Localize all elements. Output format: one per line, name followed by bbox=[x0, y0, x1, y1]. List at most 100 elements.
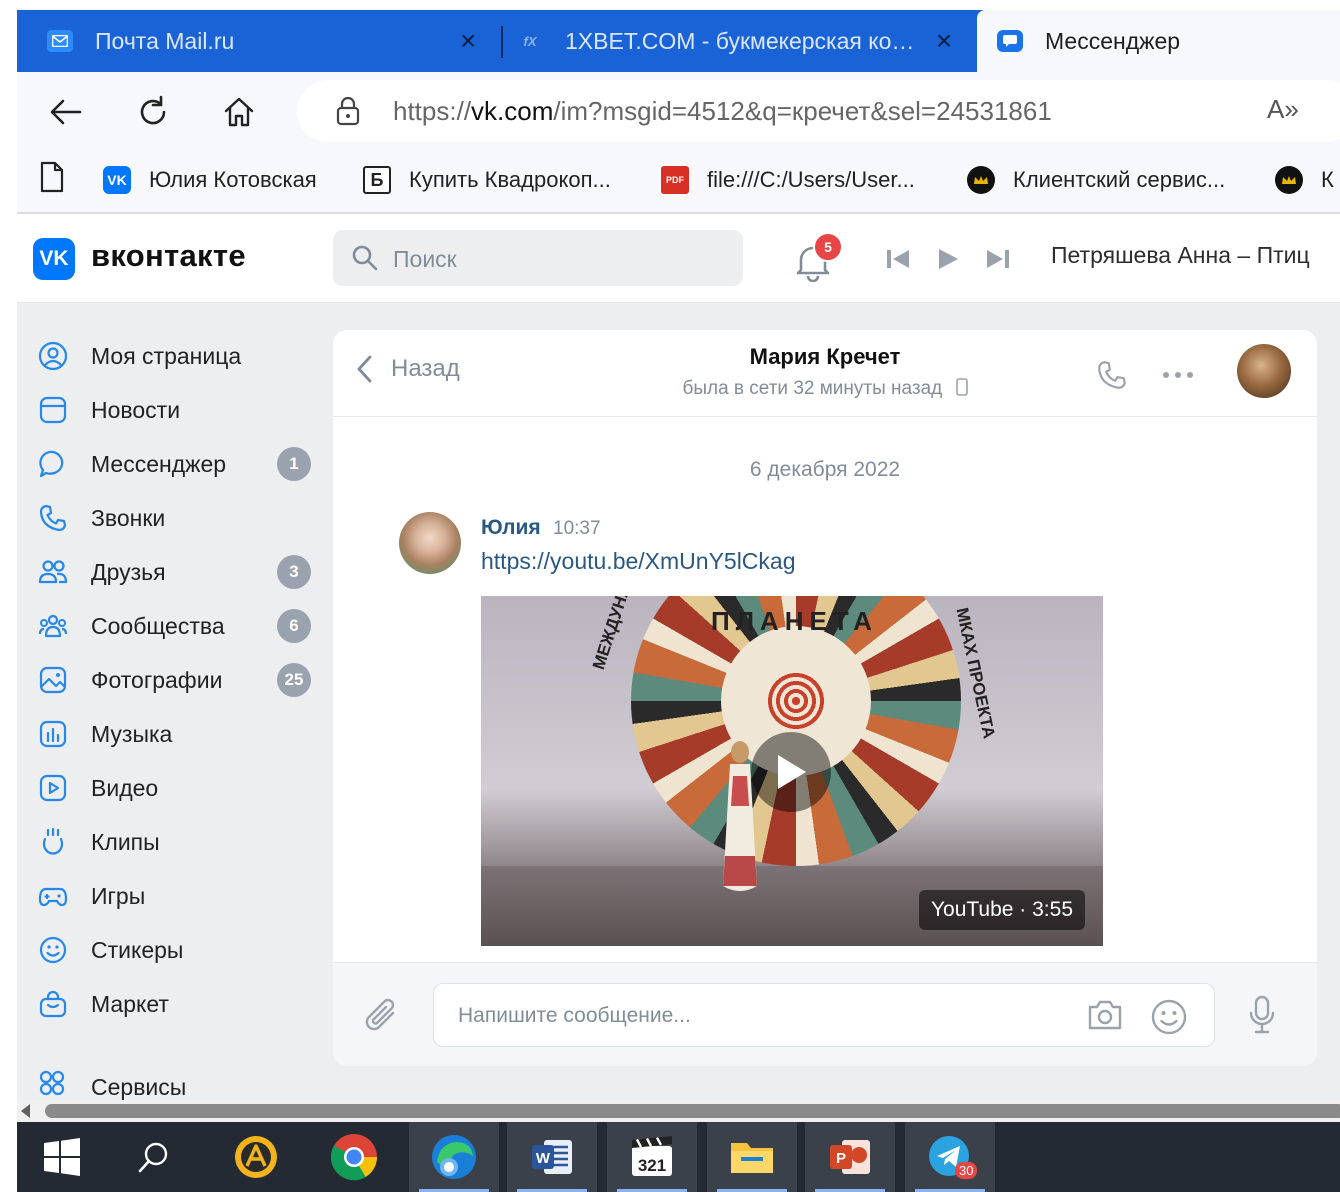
photos-icon bbox=[37, 664, 69, 696]
pdf-icon: PDF bbox=[661, 166, 689, 194]
sidebar-item-label: Фотографии bbox=[91, 666, 223, 693]
bookmark-quadrocopter[interactable]: Б Купить Квадрокоп... bbox=[363, 162, 611, 198]
screen: Почта Mail.ru × fX 1XBET.COM - букмекерс… bbox=[17, 10, 1340, 1192]
search-input[interactable] bbox=[391, 238, 725, 280]
sidebar-item-communities[interactable]: Сообщества 6 bbox=[37, 604, 327, 648]
messenger-icon bbox=[37, 448, 69, 480]
sidebar-item-games[interactable]: Игры bbox=[37, 874, 327, 918]
read-aloud-icon[interactable]: A» bbox=[1267, 94, 1299, 125]
sidebar-item-music[interactable]: Музыка bbox=[37, 712, 327, 756]
page-icon bbox=[39, 161, 65, 199]
video-duration-badge: YouTube · 3:55 bbox=[918, 890, 1085, 930]
telegram-icon[interactable]: 30 bbox=[905, 1122, 995, 1192]
message-author[interactable]: Юлия bbox=[481, 516, 541, 540]
bookmark-more[interactable]: К bbox=[1275, 162, 1334, 198]
message-composer bbox=[333, 962, 1317, 1066]
tab-1xbet[interactable]: fX 1XBET.COM - букмекерская ко… × bbox=[517, 10, 959, 72]
market-icon bbox=[37, 988, 69, 1020]
sidebar-item-label: Маркет bbox=[91, 990, 169, 1017]
previous-track-icon[interactable] bbox=[881, 244, 915, 274]
bookmark-client-service[interactable]: Клиентский сервис... bbox=[967, 162, 1225, 198]
chrome-icon[interactable] bbox=[309, 1122, 399, 1192]
sidebar-item-label: Стикеры bbox=[91, 936, 184, 963]
call-icon[interactable] bbox=[1093, 356, 1131, 394]
message-input-box[interactable] bbox=[433, 983, 1215, 1047]
scroll-left-icon[interactable] bbox=[21, 1104, 30, 1118]
close-icon[interactable]: × bbox=[453, 27, 483, 55]
sidebar-item-messenger[interactable]: Мессенджер 1 bbox=[37, 442, 327, 486]
sidebar-item-stickers[interactable]: Стикеры bbox=[37, 928, 327, 972]
now-playing-track[interactable]: Петряшева Анна – Птиц bbox=[1051, 242, 1310, 269]
sidebar-item-label: Игры bbox=[91, 882, 146, 909]
counter-badge: 25 bbox=[277, 663, 311, 697]
close-icon[interactable]: × bbox=[929, 27, 959, 55]
browser-tab-bar: Почта Mail.ru × fX 1XBET.COM - букмекерс… bbox=[17, 10, 1340, 72]
bookmark-page[interactable] bbox=[39, 161, 65, 199]
xbet-icon: fX bbox=[523, 33, 537, 49]
contact-avatar[interactable] bbox=[1237, 344, 1291, 398]
chat-panel: Назад Мария Кречет была в сети 32 минуты… bbox=[333, 330, 1317, 1066]
refresh-button[interactable] bbox=[131, 90, 175, 134]
b-icon: Б bbox=[363, 166, 391, 194]
file-explorer-icon[interactable] bbox=[707, 1122, 797, 1192]
microphone-icon[interactable] bbox=[1247, 995, 1277, 1040]
powerpoint-icon[interactable]: P bbox=[805, 1122, 895, 1192]
video-spiral bbox=[766, 671, 826, 731]
message-input[interactable] bbox=[456, 996, 1060, 1036]
sidebar-item-clips[interactable]: Клипы bbox=[37, 820, 327, 864]
services-icon bbox=[37, 1068, 69, 1100]
edge-icon[interactable] bbox=[409, 1122, 499, 1192]
notifications-badge: 5 bbox=[813, 232, 843, 262]
bookmark-vk[interactable]: VK Юлия Котовская bbox=[103, 162, 317, 198]
sidebar-item-calls[interactable]: Звонки bbox=[37, 496, 327, 540]
browser-toolbar: https://vk.com/im?msgid=4512&q=кречет&se… bbox=[17, 72, 1340, 150]
sidebar-item-news[interactable]: Новости bbox=[37, 388, 327, 432]
sidebar-item-market[interactable]: Маркет bbox=[37, 982, 327, 1026]
bookmarks-bar: VK Юлия Котовская Б Купить Квадрокоп... … bbox=[17, 150, 1340, 214]
sidebar-item-photos[interactable]: Фотографии 25 bbox=[37, 658, 327, 702]
music-icon bbox=[37, 718, 69, 750]
message-link[interactable]: https://youtu.be/XmUnY5lCkag bbox=[481, 548, 796, 575]
clips-icon bbox=[37, 826, 69, 858]
sidebar-item-my-page[interactable]: Моя страница bbox=[37, 334, 327, 378]
bookmark-label: file:///C:/Users/User... bbox=[707, 167, 915, 192]
bookmark-file[interactable]: PDF file:///C:/Users/User... bbox=[661, 162, 915, 198]
tab-label: Мессенджер bbox=[1045, 27, 1181, 54]
emoji-icon[interactable] bbox=[1150, 998, 1188, 1041]
chat-header: Назад Мария Кречет была в сети 32 минуты… bbox=[333, 330, 1317, 417]
play-icon[interactable] bbox=[751, 732, 831, 812]
more-icon[interactable] bbox=[1159, 356, 1197, 394]
unread-badge: 30 bbox=[955, 1162, 978, 1179]
home-button[interactable] bbox=[217, 90, 261, 134]
search-box[interactable] bbox=[333, 230, 743, 286]
avatar[interactable] bbox=[399, 512, 461, 574]
horizontal-scrollbar[interactable] bbox=[17, 1100, 1340, 1122]
counter-badge: 1 bbox=[277, 447, 311, 481]
sidebar-item-label: Видео bbox=[91, 774, 159, 801]
scrollbar-thumb[interactable] bbox=[45, 1104, 1340, 1118]
sidebar-item-services[interactable]: Сервисы bbox=[37, 1068, 327, 1102]
word-icon[interactable]: W bbox=[507, 1122, 597, 1192]
vk-logo-icon[interactable]: VK bbox=[33, 238, 75, 280]
tab-mail[interactable]: Почта Mail.ru × bbox=[47, 10, 483, 72]
video-caption-top: ПЛАНЕТА bbox=[711, 606, 878, 636]
play-icon[interactable] bbox=[931, 244, 965, 274]
camera-icon[interactable] bbox=[1086, 998, 1124, 1037]
video-preview[interactable]: ПЛАНЕТА МЕЖДУНАРОДН МКАХ ПРОЕКТА YouTube… bbox=[481, 596, 1103, 946]
mobile-icon bbox=[955, 378, 968, 402]
sidebar-item-video[interactable]: Видео bbox=[37, 766, 327, 810]
back-button[interactable] bbox=[43, 90, 87, 134]
app-a-icon[interactable] bbox=[211, 1122, 301, 1192]
svg-text:P: P bbox=[836, 1150, 846, 1167]
address-bar[interactable]: https://vk.com/im?msgid=4512&q=кречет&se… bbox=[297, 80, 1340, 142]
message-time[interactable]: 10:37 bbox=[553, 518, 601, 540]
next-track-icon[interactable] bbox=[981, 244, 1015, 274]
attach-icon[interactable] bbox=[363, 995, 403, 1042]
tab-messenger[interactable]: Мессенджер bbox=[977, 10, 1340, 72]
lock-icon[interactable] bbox=[335, 96, 361, 131]
sidebar-item-friends[interactable]: Друзья 3 bbox=[37, 550, 327, 594]
vk-brand[interactable]: вконтакте bbox=[91, 238, 246, 274]
search-icon[interactable] bbox=[109, 1122, 199, 1192]
windows-start-icon[interactable] bbox=[17, 1122, 107, 1192]
media-player-icon[interactable]: 321 bbox=[607, 1122, 697, 1192]
